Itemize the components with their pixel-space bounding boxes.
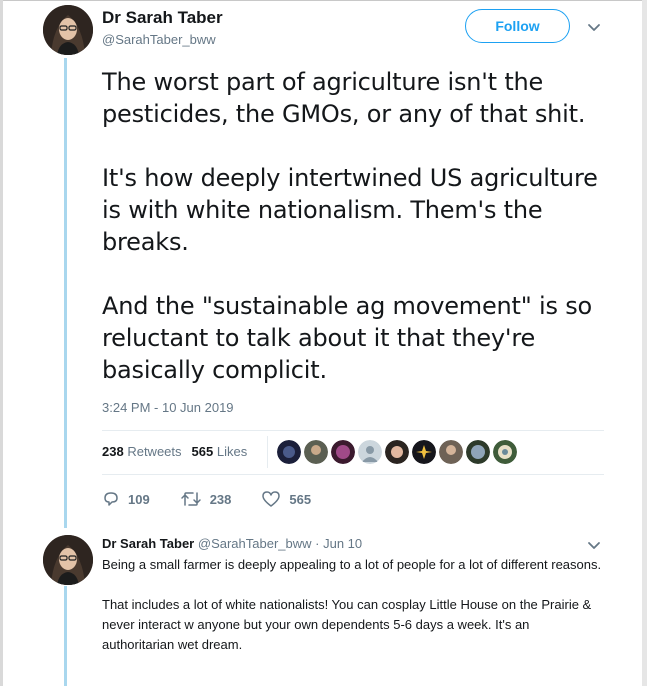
retweets-label: Retweets (127, 444, 182, 459)
author-avatar[interactable] (43, 5, 93, 55)
liker-avatar[interactable] (466, 440, 490, 464)
tweet-timestamp[interactable]: 3:24 PM - 10 Jun 2019 (102, 400, 234, 415)
tweet-text: The worst part of agriculture isn't the … (102, 66, 622, 386)
divider (102, 430, 604, 431)
reply-author-avatar[interactable] (43, 535, 93, 585)
likes-stat[interactable]: 565 Likes (192, 444, 248, 459)
reply-button[interactable]: 109 (102, 490, 150, 508)
thread-connector (64, 58, 67, 528)
follow-button[interactable]: Follow (465, 9, 570, 43)
retweets-stat[interactable]: 238 Retweets (102, 444, 182, 459)
reply-author-handle[interactable]: @SarahTaber_bww (198, 536, 312, 551)
chevron-down-icon[interactable] (586, 19, 602, 35)
retweet-icon (180, 490, 202, 508)
divider (102, 474, 604, 475)
heart-icon (261, 490, 281, 508)
reply-icon (102, 490, 120, 508)
liker-avatar[interactable] (412, 440, 436, 464)
tweet-paragraph: It's how deeply intertwined US agricultu… (102, 164, 598, 256)
liker-avatar[interactable] (277, 440, 301, 464)
thread-connector (64, 586, 67, 686)
liker-avatar[interactable] (331, 440, 355, 464)
reply-paragraph: That includes a lot of white nationalist… (102, 597, 592, 652)
reply-author-name[interactable]: Dr Sarah Taber (102, 536, 194, 551)
window-left-border (0, 0, 3, 686)
reply-header: Dr Sarah Taber @SarahTaber_bww · Jun 10 (102, 536, 362, 551)
liker-avatar[interactable] (358, 440, 382, 464)
window-right-scrollbar[interactable] (642, 0, 647, 686)
liker-avatar[interactable] (304, 440, 328, 464)
divider (267, 436, 268, 468)
retweets-count: 238 (102, 444, 124, 459)
tweet-stats: 238 Retweets 565 Likes (102, 444, 247, 459)
like-count: 565 (289, 491, 312, 507)
likes-count: 565 (191, 444, 214, 459)
liker-avatar[interactable] (493, 440, 517, 464)
liker-avatar[interactable] (385, 440, 409, 464)
retweet-count: 238 (209, 491, 232, 507)
tweet-paragraph: And the "sustainable ag movement" is so … (102, 292, 592, 384)
likes-label: Likes (216, 444, 248, 459)
window-top-border (0, 0, 647, 1)
author-display-name[interactable]: Dr Sarah Taber (102, 8, 223, 28)
reply-count: 109 (128, 491, 150, 507)
retweet-button[interactable]: 238 (180, 490, 232, 508)
chevron-down-icon[interactable] (586, 537, 602, 553)
liker-avatar[interactable] (439, 440, 463, 464)
liker-avatars (277, 440, 517, 464)
reply-date[interactable]: · Jun 10 (315, 536, 362, 551)
tweet-actions: 109 238 565 (102, 490, 341, 508)
reply-text: Being a small farmer is deeply appealing… (102, 555, 602, 655)
like-button[interactable]: 565 (261, 490, 311, 508)
reply-paragraph: Being a small farmer is deeply appealing… (102, 557, 602, 572)
tweet-paragraph: The worst part of agriculture isn't the … (102, 68, 586, 128)
author-handle[interactable]: @SarahTaber_bww (102, 32, 216, 47)
